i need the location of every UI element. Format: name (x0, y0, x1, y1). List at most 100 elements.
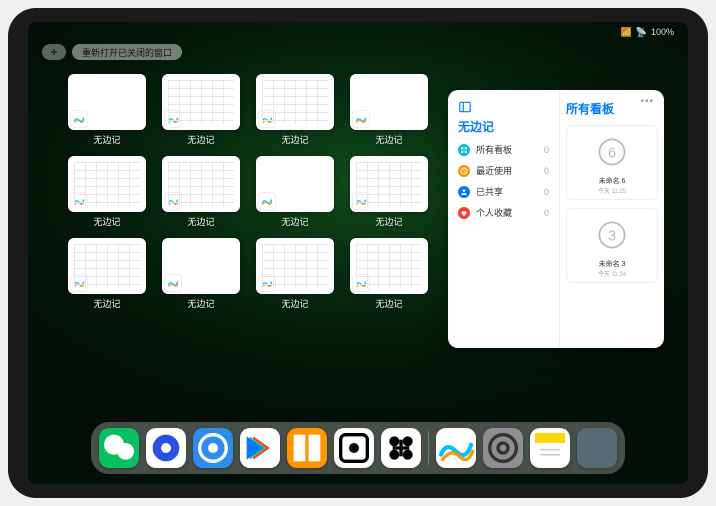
freeform-app-icon (352, 192, 370, 210)
freeform-app-icon (258, 274, 276, 292)
window-preview (68, 74, 146, 130)
freeform-app-icon (352, 110, 370, 128)
board-timestamp: 今天 11:25 (598, 186, 626, 195)
window-label: 无边记 (187, 297, 214, 310)
window-preview (256, 156, 334, 212)
sidebar-item-heart[interactable]: 个人收藏 0 (458, 206, 549, 219)
freeform-app-icon (70, 192, 88, 210)
svg-text:3: 3 (608, 228, 616, 244)
window-label: 无边记 (93, 133, 120, 146)
board-card[interactable]: 3 未命名 3 今天 11:24 (566, 208, 658, 283)
wifi-icon: 📡 (636, 27, 647, 38)
person-icon (458, 186, 470, 198)
panel-left-title: 无边记 (458, 118, 549, 135)
window-preview (162, 156, 240, 212)
window-preview (350, 74, 428, 130)
freeform-app-icon (258, 110, 276, 128)
window-preview (68, 238, 146, 294)
panel-category-list: 所有看板 0 最近使用 0 已共享 0 个人收藏 0 (458, 143, 549, 219)
window-label: 无边记 (375, 133, 402, 146)
sidebar-item-count: 0 (544, 187, 549, 197)
window-preview (256, 238, 334, 294)
sidebar-item-count: 0 (544, 208, 549, 218)
freeform-app-icon (164, 274, 182, 292)
svg-text:6: 6 (608, 145, 616, 161)
panel-sidebar: 无边记 所有看板 0 最近使用 0 已共享 0 个人收藏 0 (448, 90, 560, 348)
freeform-app-icon (70, 110, 88, 128)
screen: 📶 📡 100% + 重新打开已关闭的窗口 无边记 无边记 无边记 无边记 (28, 22, 688, 484)
panel-content: 所有看板 6 未命名 6 今天 11:25 3 未命名 3 今天 11:24 (560, 90, 664, 348)
board-card[interactable]: 6 未命名 6 今天 11:25 (566, 125, 658, 200)
sidebar-item-clock[interactable]: 最近使用 0 (458, 164, 549, 177)
window-thumbnail[interactable]: 无边记 (68, 238, 146, 310)
dock (91, 422, 625, 474)
dock-app-books[interactable] (287, 428, 327, 468)
clock-icon (458, 165, 470, 177)
dock-app-video[interactable] (240, 428, 280, 468)
window-label: 无边记 (281, 297, 308, 310)
boards-grid: 6 未命名 6 今天 11:25 3 未命名 3 今天 11:24 (566, 125, 658, 283)
window-label: 无边记 (281, 133, 308, 146)
window-preview (350, 238, 428, 294)
dock-app-quark[interactable] (146, 428, 186, 468)
window-thumbnail[interactable]: 无边记 (350, 74, 428, 146)
window-label: 无边记 (93, 297, 120, 310)
sidebar-item-count: 0 (544, 145, 549, 155)
windows-grid: 无边记 无边记 无边记 无边记 无边记 无边记 无边记 无边记 (68, 74, 428, 310)
sidebar-item-label: 个人收藏 (476, 206, 512, 219)
dock-app-wechat[interactable] (99, 428, 139, 468)
window-thumbnail[interactable]: 无边记 (350, 238, 428, 310)
sidebar-item-grid[interactable]: 所有看板 0 (458, 143, 549, 156)
window-label: 无边记 (187, 215, 214, 228)
window-thumbnail[interactable]: 无边记 (256, 238, 334, 310)
window-thumbnail[interactable]: 无边记 (68, 156, 146, 228)
window-label: 无边记 (187, 133, 214, 146)
window-thumbnail[interactable]: 无边记 (68, 74, 146, 146)
board-preview: 3 (582, 213, 642, 257)
board-preview: 6 (582, 130, 642, 174)
board-timestamp: 今天 11:24 (598, 269, 626, 278)
dock-app-dice[interactable] (334, 428, 374, 468)
sidebar-icon[interactable] (458, 100, 472, 114)
dock-app-settings[interactable] (483, 428, 523, 468)
freeform-side-panel: ••• 无边记 所有看板 0 最近使用 0 已共享 0 个人收藏 0 所有看板 … (448, 90, 664, 348)
window-preview (350, 156, 428, 212)
reopen-closed-window-button[interactable]: 重新打开已关闭的窗口 (72, 44, 182, 60)
new-window-button[interactable]: + (42, 44, 66, 60)
top-pills: + 重新打开已关闭的窗口 (42, 44, 182, 60)
freeform-app-icon (164, 110, 182, 128)
window-preview (162, 238, 240, 294)
window-thumbnail[interactable]: 无边记 (256, 156, 334, 228)
sidebar-item-label: 所有看板 (476, 143, 512, 156)
window-preview (162, 74, 240, 130)
battery-label: 100% (651, 27, 674, 37)
window-thumbnail[interactable]: 无边记 (162, 74, 240, 146)
ipad-frame: 📶 📡 100% + 重新打开已关闭的窗口 无边记 无边记 无边记 无边记 (8, 8, 708, 498)
sidebar-item-count: 0 (544, 166, 549, 176)
dock-separator (428, 431, 429, 465)
window-thumbnail[interactable]: 无边记 (256, 74, 334, 146)
board-name: 未命名 3 (599, 259, 626, 269)
freeform-app-icon (258, 192, 276, 210)
grid-icon (458, 144, 470, 156)
window-thumbnail[interactable]: 无边记 (162, 156, 240, 228)
dock-app-freeform[interactable] (436, 428, 476, 468)
signal-icon: 📶 (621, 27, 632, 38)
sidebar-item-person[interactable]: 已共享 0 (458, 185, 549, 198)
dock-app-qqbrowser[interactable] (193, 428, 233, 468)
dock-app-instant[interactable] (381, 428, 421, 468)
sidebar-item-label: 已共享 (476, 185, 503, 198)
heart-icon (458, 207, 470, 219)
window-thumbnail[interactable]: 无边记 (350, 156, 428, 228)
more-icon[interactable]: ••• (640, 96, 654, 107)
freeform-app-icon (70, 274, 88, 292)
window-label: 无边记 (375, 297, 402, 310)
window-preview (256, 74, 334, 130)
dock-folder-recent[interactable] (577, 428, 617, 468)
freeform-app-icon (352, 274, 370, 292)
dock-app-notes[interactable] (530, 428, 570, 468)
window-thumbnail[interactable]: 无边记 (162, 238, 240, 310)
window-preview (68, 156, 146, 212)
window-label: 无边记 (375, 215, 402, 228)
status-bar: 📶 📡 100% (28, 22, 688, 42)
